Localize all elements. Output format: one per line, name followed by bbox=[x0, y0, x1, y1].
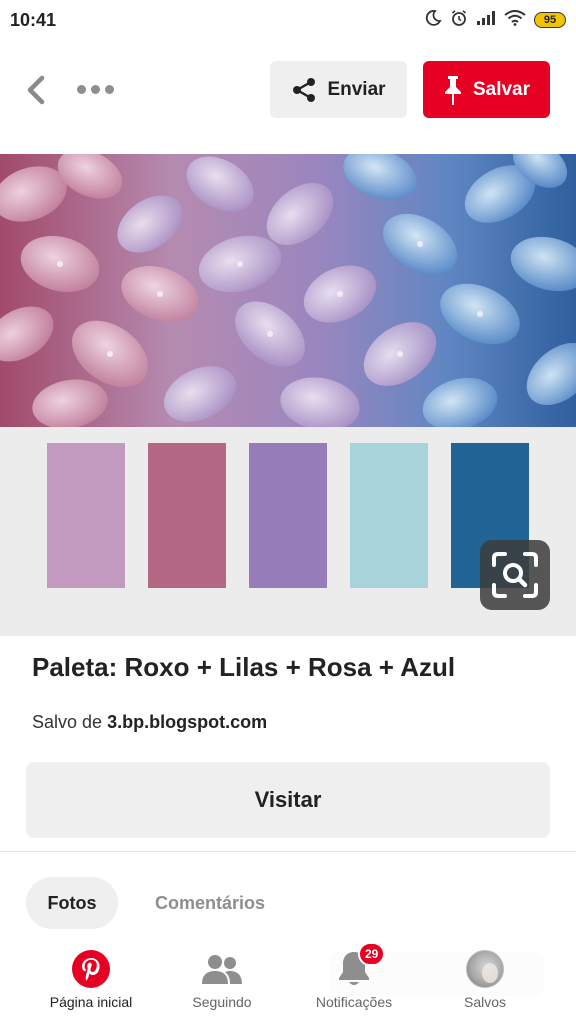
more-options-button[interactable] bbox=[70, 74, 120, 104]
nav-following[interactable]: Seguindo bbox=[157, 948, 287, 1022]
saved-prefix: Salvo de bbox=[32, 712, 103, 732]
nav-home[interactable]: Página inicial bbox=[26, 948, 156, 1022]
share-icon bbox=[293, 77, 316, 102]
wifi-icon bbox=[504, 9, 526, 31]
save-label: Salvar bbox=[472, 78, 531, 100]
save-button[interactable]: Salvar bbox=[423, 61, 550, 118]
notification-badge: 29 bbox=[358, 942, 386, 966]
pin-header: Enviar Salvar bbox=[0, 52, 576, 128]
status-bar: 10:41 95 bbox=[0, 0, 576, 40]
pin-image[interactable] bbox=[0, 154, 576, 636]
back-button[interactable] bbox=[18, 70, 54, 110]
people-icon bbox=[201, 948, 243, 990]
hydrangea-photo bbox=[0, 154, 576, 427]
palette-swatch bbox=[148, 443, 226, 588]
palette-swatch bbox=[249, 443, 327, 588]
dot bbox=[104, 84, 114, 94]
palette-swatch bbox=[350, 443, 428, 588]
battery-icon: 95 bbox=[534, 12, 566, 28]
bottom-navigation: Página inicial Seguindo 29 Notificações … bbox=[0, 940, 576, 1024]
palette-swatch bbox=[47, 443, 125, 588]
saved-from: Salvo de 3.bp.blogspot.com bbox=[32, 712, 267, 733]
dot bbox=[90, 84, 100, 94]
nav-saved[interactable]: Salvos bbox=[420, 948, 550, 1022]
status-icons: 95 bbox=[424, 9, 566, 32]
nav-label: Salvos bbox=[463, 994, 507, 1010]
alarm-icon bbox=[450, 9, 468, 32]
moon-icon bbox=[424, 9, 442, 32]
send-button[interactable]: Enviar bbox=[270, 61, 407, 118]
tab-comentarios[interactable]: Comentários bbox=[140, 877, 280, 929]
status-time: 10:41 bbox=[10, 9, 57, 30]
chevron-left-icon bbox=[27, 75, 45, 105]
nav-notifications[interactable]: 29 Notificações bbox=[289, 942, 419, 1022]
bell-icon: 29 bbox=[336, 942, 386, 990]
nav-label: Página inicial bbox=[49, 994, 133, 1010]
visual-search-icon bbox=[492, 552, 538, 598]
nav-label: Seguindo bbox=[192, 994, 252, 1010]
saved-source-link[interactable]: 3.bp.blogspot.com bbox=[107, 712, 267, 732]
tab-fotos[interactable]: Fotos bbox=[26, 877, 118, 929]
avatar-wrapper bbox=[466, 948, 504, 990]
visual-search-button[interactable] bbox=[480, 540, 550, 610]
visit-button[interactable]: Visitar bbox=[26, 762, 550, 838]
pin-title: Paleta: Roxo + Lilas + Rosa + Azul bbox=[32, 652, 456, 682]
nav-label: Notificações bbox=[315, 994, 393, 1010]
signal-icon bbox=[476, 10, 496, 31]
send-label: Enviar bbox=[327, 78, 386, 100]
pin-icon bbox=[444, 75, 461, 105]
pinterest-logo-icon bbox=[72, 948, 110, 990]
dot bbox=[76, 84, 86, 94]
divider bbox=[0, 851, 576, 852]
avatar bbox=[466, 950, 504, 988]
